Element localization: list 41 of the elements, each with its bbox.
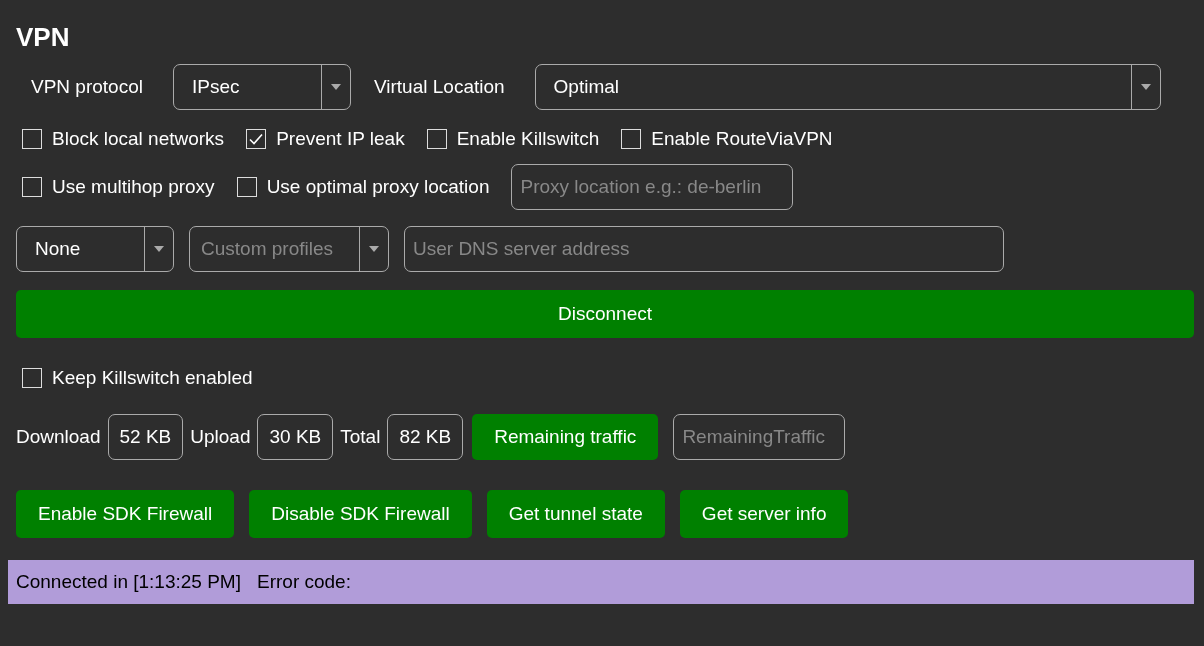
connection-status: Connected in [1:13:25 PM] [16,571,241,593]
dropdown[interactable]: None [16,226,174,272]
caret-icon [369,246,379,252]
traffic-value: 52 KB [107,414,184,460]
dropdown[interactable]: Optimal [534,64,1161,110]
traffic-value: 82 KB [387,414,464,460]
checkbox-box[interactable] [426,129,447,149]
traffic-label: Total [340,426,381,448]
checkbox-box[interactable] [22,177,42,197]
checkbox[interactable]: Use multihop proxy [22,176,215,198]
dropdown[interactable]: Custom profiles [189,226,389,272]
caret-icon [330,84,341,90]
checkbox[interactable]: Prevent IP leak [246,128,405,150]
dns-server-field[interactable]: User DNS server address [404,226,1004,272]
disconnect-button[interactable]: Disconnect [16,290,1194,338]
action-button[interactable]: Enable SDK Firewall [16,490,235,538]
traffic-label: Download [16,426,101,448]
checkbox-label: Enable Killswitch [456,128,600,150]
location-label: Virtual Location [372,76,506,98]
checkbox-box[interactable] [22,129,42,149]
remaining-traffic-button[interactable]: Remaining traffic [472,414,659,460]
action-button[interactable]: Get server info [679,490,849,538]
traffic-value: 30 KB [257,414,334,460]
protocol-label: VPN protocol [30,76,144,98]
checkbox-label: Use multihop proxy [52,176,215,198]
caret-icon [1140,84,1151,90]
checkbox-box[interactable] [246,129,267,149]
dropdown[interactable]: IPsec [172,64,351,110]
traffic-label: Upload [190,426,251,448]
action-button[interactable]: Get tunnel state [486,490,665,538]
remaining-traffic-field[interactable]: RemainingTraffic [673,414,846,460]
checkbox[interactable]: Enable Killswitch [426,128,600,150]
proxy-location-field[interactable]: Proxy location e.g.: de-berlin [511,164,794,210]
checkbox-label: Prevent IP leak [276,128,405,150]
action-button[interactable]: Disable SDK Firewall [249,490,472,538]
checkbox-box[interactable] [236,177,257,197]
checkbox-box[interactable] [22,368,42,388]
error-code: Error code: [257,571,351,593]
page-title: VPN [15,21,71,54]
checkbox-box[interactable] [621,129,642,149]
caret-icon [154,246,164,252]
